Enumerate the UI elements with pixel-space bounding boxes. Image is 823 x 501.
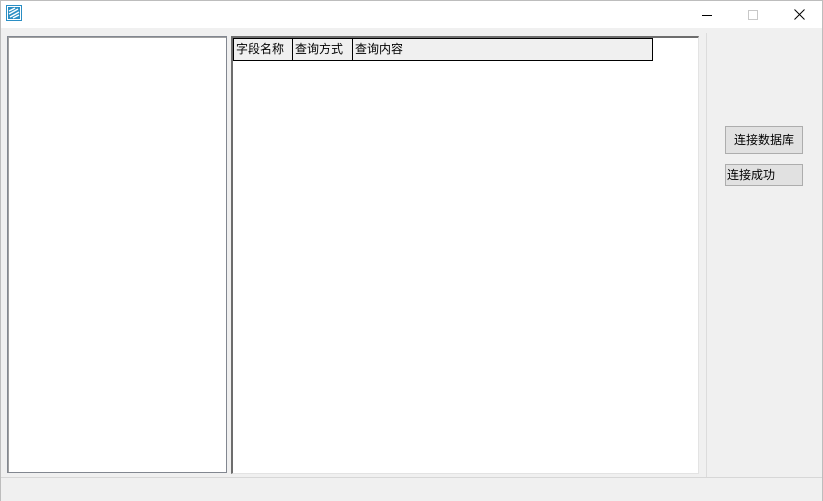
status-bar bbox=[1, 477, 822, 501]
connect-database-button[interactable]: 连接数据库 bbox=[725, 126, 803, 154]
column-header-query-content[interactable]: 查询内容 bbox=[353, 39, 652, 60]
close-button[interactable] bbox=[776, 1, 822, 28]
minimize-button[interactable] bbox=[684, 1, 730, 28]
table-list-panel[interactable] bbox=[7, 36, 227, 473]
close-icon bbox=[793, 9, 805, 20]
app-logo-icon bbox=[6, 5, 22, 21]
panel-divider bbox=[706, 33, 707, 477]
minimize-icon bbox=[702, 10, 712, 20]
app-window: 字段名称 查询方式 查询内容 连接数据库 连接成功 bbox=[0, 0, 823, 501]
query-conditions-grid[interactable]: 字段名称 查询方式 查询内容 bbox=[231, 36, 699, 474]
title-bar[interactable] bbox=[1, 1, 822, 28]
column-header-query-mode[interactable]: 查询方式 bbox=[293, 39, 353, 60]
column-header-field-name[interactable]: 字段名称 bbox=[234, 39, 293, 60]
grid-header: 字段名称 查询方式 查询内容 bbox=[233, 38, 653, 61]
maximize-button[interactable] bbox=[730, 1, 776, 28]
connection-status-label: 连接成功 bbox=[725, 164, 803, 186]
maximize-icon bbox=[748, 9, 758, 20]
